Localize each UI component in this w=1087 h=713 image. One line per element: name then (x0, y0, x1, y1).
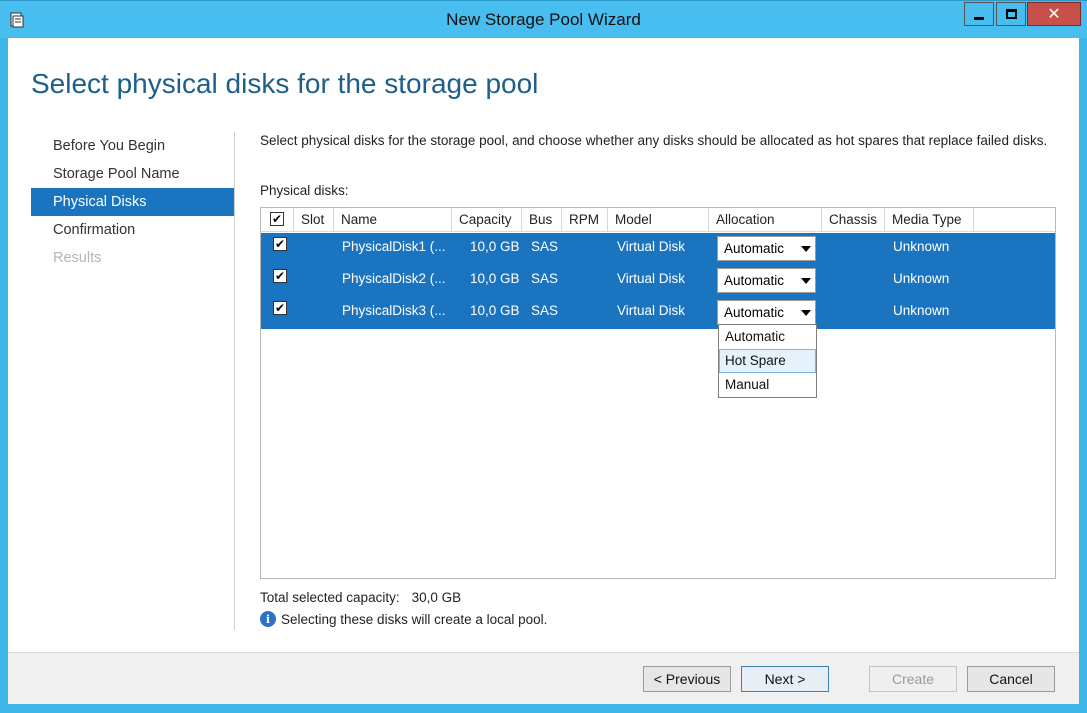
checkmark-icon: ✔ (274, 269, 286, 283)
table-row[interactable]: ✔ PhysicalDisk2 (... 10,0 GB SAS Virtual… (261, 265, 1055, 297)
column-header-media-type[interactable]: Media Type (885, 208, 974, 232)
cell-name: PhysicalDisk2 (... (342, 271, 446, 286)
allocation-value: Automatic (724, 241, 785, 256)
cell-capacity: 10,0 GB (470, 303, 520, 318)
cell-bus: SAS (531, 271, 559, 286)
cell-bus: SAS (531, 239, 559, 254)
minimize-button[interactable] (964, 2, 994, 26)
row-checkbox[interactable]: ✔ (273, 269, 287, 283)
allocation-combo[interactable]: Automatic (717, 300, 816, 325)
nav-item-storage-pool-name[interactable]: Storage Pool Name (31, 160, 235, 188)
physical-disks-table: ✔ Slot Name Capacity Bus RPM Model Alloc… (260, 207, 1056, 579)
previous-button[interactable]: < Previous (643, 666, 731, 692)
allocation-dropdown-list: Automatic Hot Spare Manual (718, 324, 817, 398)
table-row[interactable]: ✔ PhysicalDisk3 (... 10,0 GB SAS Virtual… (261, 297, 1055, 329)
checkmark-icon: ✔ (271, 212, 283, 226)
wizard-nav: Before You Begin Storage Pool Name Physi… (31, 132, 235, 272)
wizard-client: Select physical disks for the storage po… (8, 38, 1079, 704)
column-header-allocation[interactable]: Allocation (709, 208, 822, 232)
row-checkbox[interactable]: ✔ (273, 301, 287, 315)
nav-item-confirmation[interactable]: Confirmation (31, 216, 235, 244)
column-header-name[interactable]: Name (334, 208, 452, 232)
dropdown-option-manual[interactable]: Manual (719, 373, 816, 397)
table-header: ✔ Slot Name Capacity Bus RPM Model Alloc… (261, 208, 1055, 232)
total-capacity-value: 30,0 GB (411, 590, 462, 605)
nav-divider (234, 132, 235, 630)
dropdown-option-hot-spare[interactable]: Hot Spare (719, 349, 816, 373)
page-title: Select physical disks for the storage po… (31, 68, 539, 99)
maximize-button[interactable] (996, 2, 1026, 26)
column-header-bus[interactable]: Bus (522, 208, 562, 232)
row-checkbox[interactable]: ✔ (273, 237, 287, 251)
cell-name: PhysicalDisk3 (... (342, 303, 446, 318)
cell-media-type: Unknown (893, 239, 950, 254)
info-text: Selecting these disks will create a loca… (281, 611, 548, 627)
cell-model: Virtual Disk (617, 239, 686, 254)
header-select-all-cell: ✔ (261, 208, 294, 232)
page-description: Select physical disks for the storage po… (260, 133, 1048, 148)
cell-bus: SAS (531, 303, 559, 318)
maximize-icon (1005, 9, 1017, 19)
column-header-model[interactable]: Model (608, 208, 709, 232)
cell-capacity: 10,0 GB (470, 271, 520, 286)
nav-item-results: Results (53, 250, 102, 266)
next-button[interactable]: Next > (741, 666, 829, 692)
info-message: i Selecting these disks will create a lo… (260, 611, 547, 627)
nav-item-before-you-begin[interactable]: Before You Begin (31, 132, 235, 160)
column-header-capacity[interactable]: Capacity (452, 208, 522, 232)
cell-model: Virtual Disk (617, 303, 686, 318)
allocation-combo[interactable]: Automatic (717, 236, 816, 261)
allocation-value: Automatic (724, 273, 785, 288)
checkmark-icon: ✔ (274, 301, 286, 315)
chevron-down-icon (801, 278, 811, 284)
minimize-icon (974, 16, 984, 20)
select-all-checkbox[interactable]: ✔ (270, 212, 284, 226)
checkmark-icon: ✔ (274, 237, 286, 251)
column-header-chassis[interactable]: Chassis (822, 208, 885, 232)
cell-media-type: Unknown (893, 271, 950, 286)
allocation-value: Automatic (724, 305, 785, 320)
close-icon: ✕ (1047, 6, 1061, 23)
cell-media-type: Unknown (893, 303, 950, 318)
wizard-footer: < Previous Next > Create Cancel (8, 652, 1079, 704)
window-title: New Storage Pool Wizard (446, 10, 641, 29)
total-capacity: Total selected capacity: 30,0 GB (260, 590, 461, 605)
close-button[interactable]: ✕ (1027, 2, 1081, 26)
dropdown-option-automatic[interactable]: Automatic (719, 325, 816, 349)
nav-item-physical-disks[interactable]: Physical Disks (31, 188, 235, 216)
cell-name: PhysicalDisk1 (... (342, 239, 446, 254)
total-capacity-label: Total selected capacity: (260, 590, 400, 605)
column-header-slot[interactable]: Slot (294, 208, 334, 232)
cell-model: Virtual Disk (617, 271, 686, 286)
chevron-down-icon (801, 310, 811, 316)
cell-capacity: 10,0 GB (470, 239, 520, 254)
cancel-button[interactable]: Cancel (967, 666, 1055, 692)
title-bar: New Storage Pool Wizard ✕ (0, 0, 1087, 38)
table-row[interactable]: ✔ PhysicalDisk1 (... 10,0 GB SAS Virtual… (261, 233, 1055, 265)
info-icon: i (260, 611, 276, 627)
physical-disks-label: Physical disks: (260, 183, 349, 198)
chevron-down-icon (801, 246, 811, 252)
allocation-combo[interactable]: Automatic (717, 268, 816, 293)
column-header-rpm[interactable]: RPM (562, 208, 608, 232)
create-button: Create (869, 666, 957, 692)
